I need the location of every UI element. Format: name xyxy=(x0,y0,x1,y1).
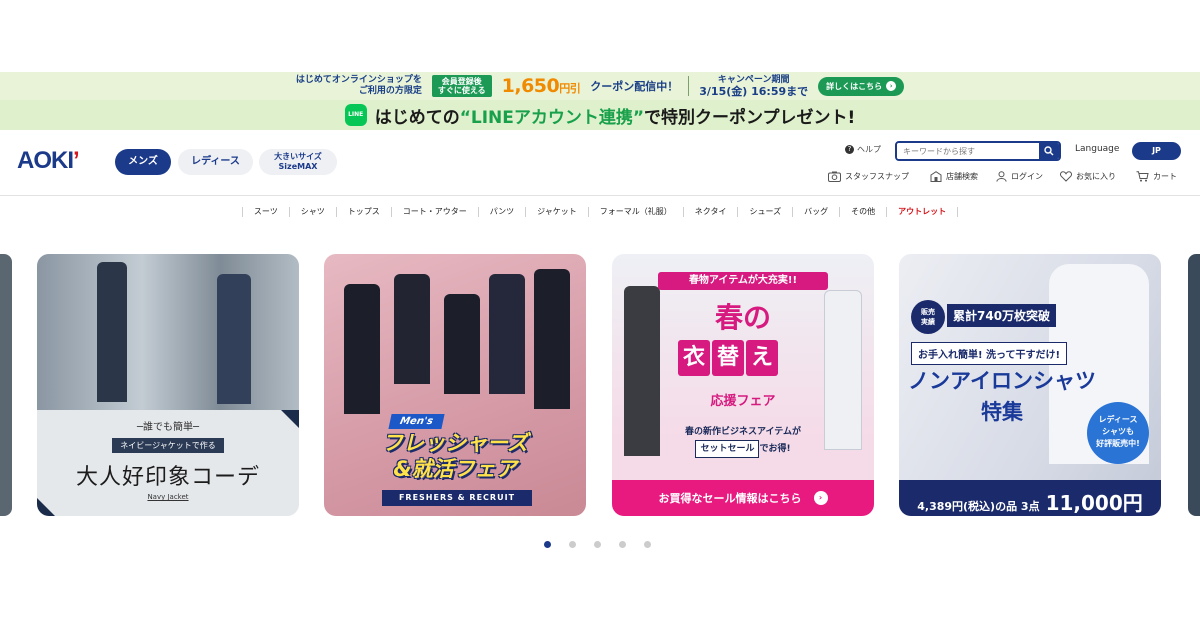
nav-item-shirts[interactable]: シャツ xyxy=(288,207,336,217)
carousel-dot[interactable] xyxy=(644,541,651,548)
model-figure xyxy=(394,274,430,384)
chevron-right-icon: › xyxy=(886,81,897,91)
search-icon xyxy=(1044,146,1054,156)
banner-price: 4,389円(税込)の品 3点 11,000円 xyxy=(899,480,1161,516)
banner-tag: ネイビージャケットで作る xyxy=(112,438,224,453)
carousel-dot[interactable] xyxy=(619,541,626,548)
nav-item-pants[interactable]: パンツ xyxy=(477,207,525,217)
search-input[interactable] xyxy=(897,143,1039,159)
banner-title: 春の xyxy=(714,301,771,334)
carousel-next-slide-edge[interactable] xyxy=(1188,254,1200,516)
banner-description: 春の新作ビジネスアイテムが セットセール でお得! xyxy=(652,424,834,458)
site-header: AOKI’ メンズ レディース 大きいサイズ SizeMAX ? ヘルプ Lan… xyxy=(0,130,1200,196)
line-promo-banner[interactable]: LINE はじめての“LINEアカウント連携”で特別クーポンプレゼント! xyxy=(0,100,1200,130)
nav-item-others[interactable]: その他 xyxy=(839,207,886,217)
nav-item-jackets[interactable]: ジャケット xyxy=(525,207,588,217)
promo-detail-button[interactable]: 詳しくはこちら › xyxy=(818,76,905,96)
sales-badge: 販売 実績 xyxy=(911,300,945,334)
category-nav: スーツ シャツ トップス コート・アウター パンツ ジャケット フォーマル（礼服… xyxy=(0,202,1200,222)
banner-caption: ─誰でも簡単─ ネイビージャケットで作る 大人好印象コーデ Navy Jacke… xyxy=(37,410,299,516)
cart-link[interactable]: カート xyxy=(1136,171,1177,182)
nav-item-coats[interactable]: コート・アウター xyxy=(390,207,478,217)
help-link[interactable]: ? ヘルプ xyxy=(845,144,881,155)
help-icon: ? xyxy=(845,145,854,154)
promo-period: キャンペーン期間 3/15(金) 16:59まで xyxy=(699,74,809,98)
promo-tag: 会員登録後 すぐに使える xyxy=(431,75,492,97)
chevron-right-icon: › xyxy=(813,491,828,505)
carousel-dot[interactable] xyxy=(544,541,551,548)
decor-corner xyxy=(37,498,55,516)
promo-coupon-banner[interactable]: はじめてオンラインショップを ご利用の方限定 会員登録後 すぐに使える 1,65… xyxy=(0,72,1200,100)
carousel-pagination xyxy=(544,541,651,548)
store-icon xyxy=(930,171,942,182)
category-ladies-button[interactable]: レディース xyxy=(178,149,253,175)
camera-icon xyxy=(828,171,841,182)
search-button[interactable] xyxy=(1039,143,1059,159)
banner-photo xyxy=(37,254,299,410)
banner-freshers-fair[interactable]: Men's フレッシャーズ &就活フェア FRESHERS & RECRUIT xyxy=(324,254,586,516)
model-figure xyxy=(97,262,127,402)
nav-item-suits[interactable]: スーツ xyxy=(241,207,289,217)
category-mens-button[interactable]: メンズ xyxy=(115,149,171,175)
banner-topbar: 春物アイテムが大充実!! xyxy=(658,272,828,290)
banner-title: ノンアイロンシャツ 特集 xyxy=(908,369,1096,424)
promo-coupon-text: クーポン配信中！ xyxy=(590,80,679,93)
favorites-link[interactable]: お気に入り xyxy=(1060,171,1116,182)
language-select[interactable]: JP xyxy=(1132,142,1181,160)
nav-item-tops[interactable]: トップス xyxy=(335,207,391,217)
nav-item-bags[interactable]: バッグ xyxy=(792,207,839,217)
category-large-size-button[interactable]: 大きいサイズ SizeMAX xyxy=(259,149,337,175)
sales-count: 累計740万枚突破 xyxy=(947,304,1057,327)
store-search-link[interactable]: 店舗検索 xyxy=(930,171,978,182)
banner-label: Men's xyxy=(388,414,445,429)
login-link[interactable]: ログイン xyxy=(996,171,1043,182)
banner-line: ─誰でも簡単─ xyxy=(136,422,200,433)
promo-separator xyxy=(688,76,690,96)
line-promo-text: はじめての“LINEアカウント連携”で特別クーポンプレゼント! xyxy=(374,107,856,128)
nav-item-shoes[interactable]: シューズ xyxy=(737,207,792,217)
banner-tag: お手入れ簡単! 洗って干すだけ! xyxy=(911,342,1068,365)
model-figure xyxy=(489,274,525,394)
staff-snap-link[interactable]: スタッフスナップ xyxy=(828,171,909,182)
model-figure xyxy=(344,284,380,414)
decor-corner xyxy=(281,410,299,428)
language-label: Language xyxy=(1075,144,1120,154)
banner-cta[interactable]: お買得なセール情報はこちら › xyxy=(612,480,874,516)
carousel-dot[interactable] xyxy=(594,541,601,548)
banner-title: 大人好印象コーデ xyxy=(75,465,260,490)
nav-item-ties[interactable]: ネクタイ xyxy=(682,207,738,217)
line-logo-icon: LINE xyxy=(344,104,367,126)
nav-item-formal[interactable]: フォーマル（礼服） xyxy=(587,207,683,217)
promo-lead: はじめてオンラインショップを ご利用の方限定 xyxy=(295,75,422,96)
aoki-logo[interactable]: AOKI’ xyxy=(17,147,80,175)
banner-non-iron-shirt[interactable]: 販売 実績 累計740万枚突破 お手入れ簡単! 洗って干すだけ! ノンアイロンシ… xyxy=(899,254,1161,516)
model-figure xyxy=(534,269,570,409)
nav-item-outlet[interactable]: アウトレット xyxy=(886,207,959,217)
user-icon xyxy=(996,171,1007,182)
cart-icon xyxy=(1136,171,1149,182)
banner-title-blocks: 衣 替 え xyxy=(678,340,778,376)
carousel-prev-slide-edge[interactable] xyxy=(0,254,12,516)
model-figure xyxy=(444,294,480,394)
model-figure xyxy=(217,274,251,404)
banner-navy-jacket[interactable]: ─誰でも簡単─ ネイビージャケットで作る 大人好印象コーデ Navy Jacke… xyxy=(37,254,299,516)
ladies-badge: レディース シャツも 好評販売中! xyxy=(1087,402,1149,464)
carousel-dot[interactable] xyxy=(569,541,576,548)
search-box xyxy=(895,141,1061,161)
banner-subtitle: 応援フェア xyxy=(710,394,776,409)
promo-amount: 1,650円引 xyxy=(501,75,581,97)
banner-spring-fair[interactable]: 春物アイテムが大充実!! 春の 衣 替 え 応援フェア 春の新作ビジネスアイテム… xyxy=(612,254,874,516)
banner-subtitle: FRESHERS & RECRUIT xyxy=(382,490,532,506)
heart-icon xyxy=(1060,171,1072,182)
banner-subtitle: Navy Jacket xyxy=(147,493,189,501)
banner-title: フレッシャーズ &就活フェア xyxy=(382,431,528,481)
